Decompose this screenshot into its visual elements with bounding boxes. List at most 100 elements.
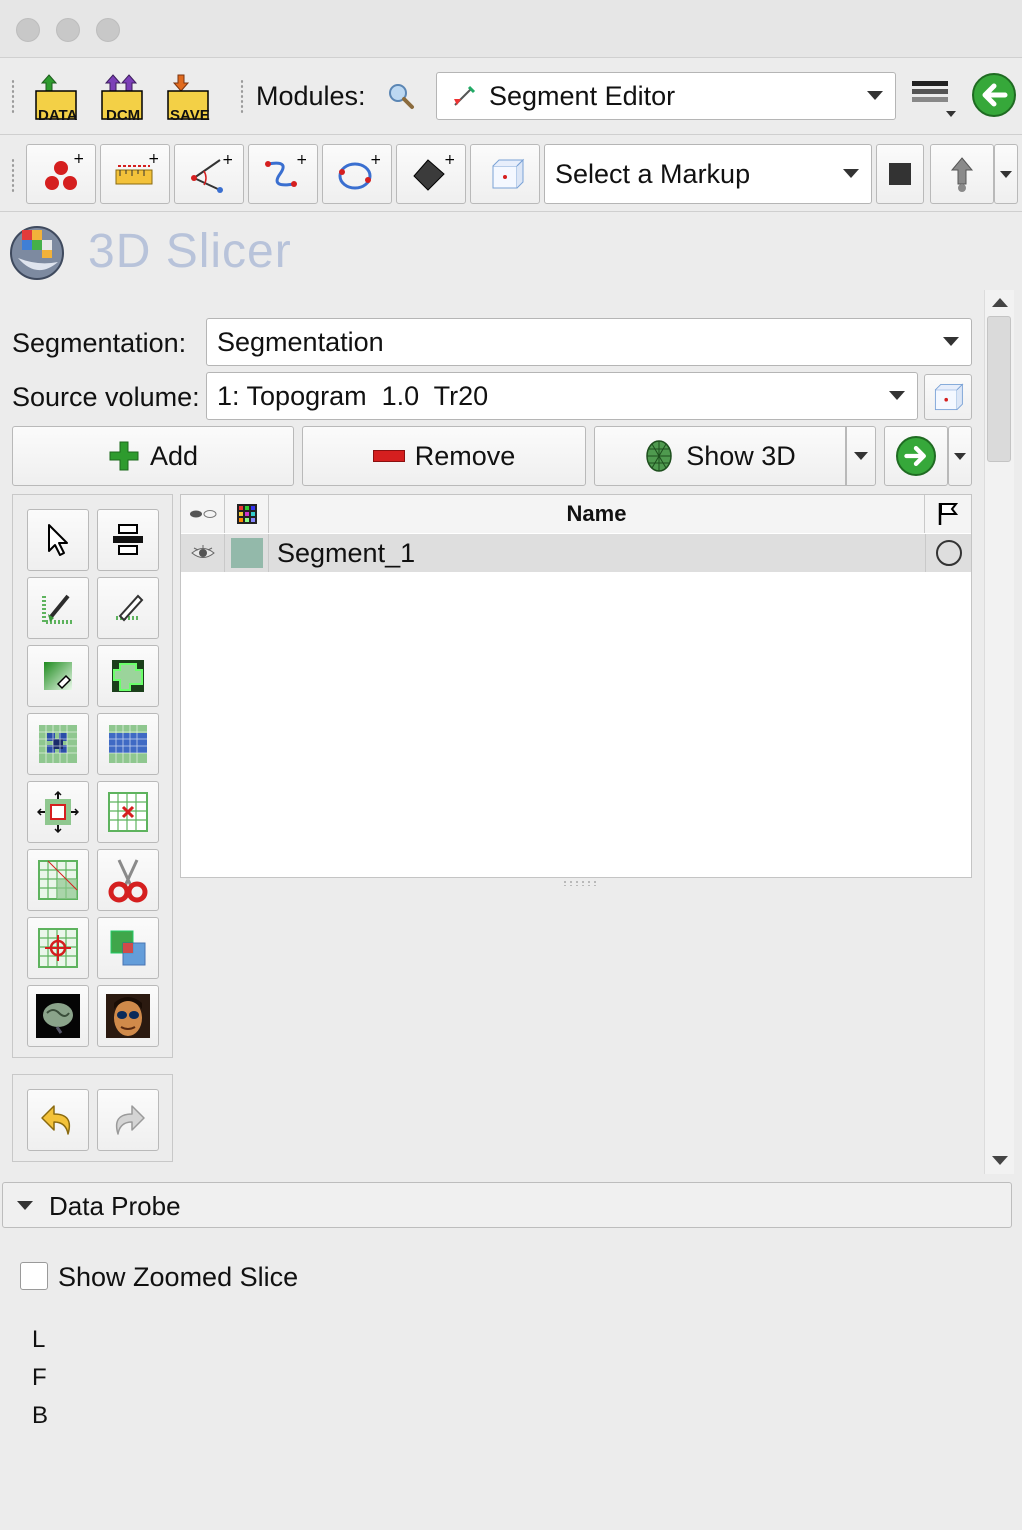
minimize-window-button[interactable] bbox=[56, 18, 80, 42]
hollow-icon bbox=[37, 791, 79, 833]
chevron-down-icon bbox=[889, 391, 905, 400]
margin-effect-button[interactable] bbox=[97, 713, 159, 775]
undo-button[interactable] bbox=[27, 1089, 89, 1151]
markup-selector[interactable]: Select a Markup bbox=[544, 144, 872, 204]
threshold-icon bbox=[113, 524, 143, 555]
smoothing-effect-button[interactable] bbox=[97, 781, 159, 843]
source-volume-label: Source volume: bbox=[12, 382, 200, 412]
mask-volume-effect-button[interactable] bbox=[27, 985, 89, 1047]
toolbar-grip[interactable] bbox=[11, 79, 15, 113]
switch-to-segmentations-button[interactable] bbox=[884, 426, 948, 486]
chevron-down-icon bbox=[954, 452, 966, 460]
visibility-column-header[interactable] bbox=[181, 495, 225, 533]
zoom-window-button[interactable] bbox=[96, 18, 120, 42]
level-tracing-effect-button[interactable] bbox=[97, 645, 159, 707]
place-mode-button[interactable] bbox=[930, 144, 994, 204]
scissors-icon bbox=[108, 859, 148, 903]
segment-color-swatch[interactable] bbox=[225, 534, 269, 572]
none-effect-button[interactable] bbox=[27, 509, 89, 571]
chevron-down-icon bbox=[943, 337, 959, 346]
view-layout-button[interactable] bbox=[912, 81, 956, 117]
logical-operators-effect-button[interactable] bbox=[97, 917, 159, 979]
window-title-bar bbox=[0, 0, 1022, 58]
toolbar-grip[interactable] bbox=[11, 158, 15, 192]
data-probe-header[interactable]: Data Probe bbox=[2, 1182, 1012, 1228]
save-button[interactable]: SAVE bbox=[164, 71, 212, 124]
toolbar-grip[interactable] bbox=[240, 79, 244, 113]
show-3d-dropdown[interactable] bbox=[846, 426, 876, 486]
show-zoomed-slice-checkbox[interactable] bbox=[20, 1262, 48, 1290]
scroll-up-icon[interactable] bbox=[992, 298, 1008, 307]
segment-color-box bbox=[230, 538, 263, 568]
module-search-icon[interactable] bbox=[386, 81, 416, 116]
data-icon-label: DATA bbox=[38, 107, 78, 124]
add-plane-button[interactable]: + bbox=[396, 144, 466, 204]
segment-editor-icon bbox=[454, 85, 476, 106]
chevron-down-icon bbox=[946, 111, 956, 117]
collapse-triangle-icon bbox=[17, 1201, 33, 1210]
markup-selector-value: Select a Markup bbox=[555, 158, 751, 189]
remove-segment-button[interactable]: Remove bbox=[302, 426, 586, 486]
segments-table-header: Name bbox=[181, 495, 971, 533]
switch-module-dropdown[interactable] bbox=[948, 426, 972, 486]
back-module-button[interactable] bbox=[972, 73, 1016, 117]
paint-effect-button[interactable] bbox=[27, 577, 89, 639]
add-roi-button[interactable] bbox=[470, 144, 540, 204]
dcm-button[interactable]: DCM bbox=[98, 71, 146, 124]
segment-status-cell[interactable] bbox=[925, 534, 971, 572]
add-line-button[interactable]: + bbox=[100, 144, 170, 204]
name-column-header[interactable]: Name bbox=[269, 495, 925, 533]
table-row[interactable]: Segment_1 bbox=[181, 534, 971, 572]
islands-effect-button[interactable] bbox=[27, 917, 89, 979]
probe-coordinate-l: L bbox=[32, 1326, 46, 1353]
place-mode-dropdown[interactable] bbox=[994, 144, 1018, 204]
module-panel-scrollbar[interactable] bbox=[984, 290, 1014, 1174]
stop-placement-button[interactable] bbox=[876, 144, 924, 204]
status-circle-icon bbox=[935, 540, 962, 566]
redo-button[interactable] bbox=[97, 1089, 159, 1151]
arrow-left-icon bbox=[982, 83, 1008, 107]
main-toolbar: DATA DCM SAVE Modules: Segment Editor bbox=[0, 59, 1022, 135]
eye-visibility-icon bbox=[189, 510, 216, 518]
draw-effect-button[interactable] bbox=[97, 577, 159, 639]
scroll-down-icon[interactable] bbox=[992, 1156, 1008, 1165]
source-volume-display-button[interactable] bbox=[924, 374, 972, 420]
flag-icon bbox=[938, 503, 959, 525]
add-angle-button[interactable]: + bbox=[174, 144, 244, 204]
segmentation-selector[interactable]: Segmentation bbox=[206, 318, 972, 366]
module-selector[interactable]: Segment Editor bbox=[436, 72, 896, 120]
add-open-curve-button[interactable]: + bbox=[248, 144, 318, 204]
arrow-right-icon bbox=[896, 436, 936, 476]
target-grid-icon bbox=[38, 928, 78, 968]
source-volume-selector[interactable]: 1: Topogram 1.0 Tr20 bbox=[206, 372, 918, 420]
color-grid-icon bbox=[236, 504, 257, 524]
status-column-header[interactable] bbox=[925, 495, 971, 533]
scrollbar-thumb[interactable] bbox=[987, 316, 1011, 462]
erase-effect-button[interactable] bbox=[27, 645, 89, 707]
show-zoomed-slice-label: Show Zoomed Slice bbox=[58, 1262, 299, 1292]
scissors-effect-button[interactable] bbox=[97, 849, 159, 911]
color-column-header[interactable] bbox=[225, 495, 269, 533]
islands-icon bbox=[38, 860, 78, 900]
load-data-button[interactable]: DATA bbox=[32, 71, 80, 124]
probe-coordinate-b: B bbox=[32, 1402, 49, 1429]
svg-text:+: + bbox=[370, 154, 380, 168]
grow-from-seeds-effect-button[interactable] bbox=[27, 713, 89, 775]
add-segment-button[interactable]: Add bbox=[12, 426, 294, 486]
table-resize-handle[interactable] bbox=[562, 880, 598, 886]
scissors-grid-effect-button[interactable] bbox=[27, 849, 89, 911]
hollow-effect-button[interactable] bbox=[27, 781, 89, 843]
add-closed-curve-button[interactable]: + bbox=[322, 144, 392, 204]
markups-toolbar: + + + + + + Select a Markup bbox=[0, 136, 1022, 212]
segment-visibility-toggle[interactable] bbox=[181, 534, 225, 572]
surface-cut-effect-button[interactable] bbox=[97, 985, 159, 1047]
grow-from-seeds-icon bbox=[39, 725, 77, 763]
show-3d-label: Show 3D bbox=[686, 440, 796, 471]
point-list-icon: + bbox=[45, 154, 83, 190]
threshold-effect-button[interactable] bbox=[97, 509, 159, 571]
add-point-list-button[interactable]: + bbox=[26, 144, 96, 204]
close-window-button[interactable] bbox=[16, 18, 40, 42]
segment-name-cell[interactable]: Segment_1 bbox=[277, 534, 917, 572]
show-3d-button[interactable]: Show 3D bbox=[594, 426, 846, 486]
segments-table[interactable]: Name Segment_1 bbox=[180, 494, 972, 878]
